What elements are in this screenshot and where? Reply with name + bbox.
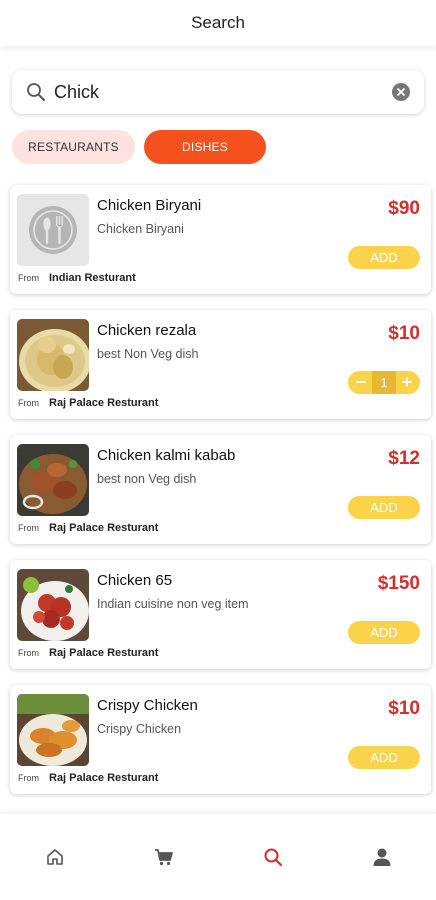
quantity-stepper: − 1 + (348, 371, 420, 394)
search-bar[interactable] (12, 70, 424, 114)
nav-cart[interactable] (134, 837, 194, 877)
plus-icon[interactable]: + (398, 373, 416, 392)
search-section (0, 46, 436, 114)
add-button[interactable]: ADD (348, 496, 420, 519)
cutlery-icon (29, 206, 77, 254)
dish-description: best non Veg dish (97, 472, 197, 486)
dish-list: Chicken Biryani Chicken Biryani $90 ADD … (0, 164, 436, 794)
dish-price: $12 (388, 448, 420, 469)
nav-profile[interactable] (352, 837, 412, 877)
search-icon (264, 848, 282, 867)
dish-price: $150 (377, 573, 420, 594)
from-label: From (18, 273, 39, 283)
dish-description: Crispy Chicken (97, 722, 182, 736)
from-label: From (18, 398, 39, 408)
from-label: From (18, 773, 39, 783)
dish-name: Chicken Biryani (97, 197, 202, 214)
list-item[interactable]: Chicken 65 Indian cuisine non veg item $… (10, 560, 431, 669)
dish-name: Chicken rezala (97, 322, 197, 339)
nav-home[interactable] (25, 837, 85, 877)
from-label: From (18, 523, 39, 533)
minus-icon[interactable]: − (352, 373, 370, 392)
add-button[interactable]: ADD (348, 746, 420, 769)
dish-image (17, 694, 89, 766)
dish-price: $10 (388, 323, 420, 344)
dish-description: Indian cuisine non veg item (97, 597, 249, 611)
add-button[interactable]: ADD (348, 246, 420, 269)
nav-search[interactable] (243, 837, 303, 877)
restaurant-name: Raj Palace Resturant (49, 647, 159, 659)
restaurant-name: Raj Palace Resturant (49, 397, 159, 409)
search-input[interactable] (54, 81, 392, 103)
cart-icon (154, 849, 173, 866)
list-item[interactable]: Chicken rezala best Non Veg dish $10 − 1… (10, 310, 431, 419)
dish-description: Chicken Biryani (97, 222, 184, 236)
restaurant-name: Raj Palace Resturant (49, 772, 159, 784)
dish-name: Crispy Chicken (97, 697, 198, 714)
dish-image (17, 569, 89, 641)
close-icon[interactable] (392, 83, 410, 101)
dish-price: $10 (388, 698, 420, 719)
dish-name: Chicken 65 (97, 572, 173, 589)
from-label: From (18, 648, 39, 658)
page-title: Search (191, 13, 245, 32)
dish-image (17, 444, 89, 516)
restaurant-name: Raj Palace Resturant (49, 522, 159, 534)
list-item[interactable]: Crispy Chicken Crispy Chicken $10 ADD Fr… (10, 685, 431, 794)
dish-description: best Non Veg dish (97, 347, 199, 361)
tab-restaurants[interactable]: RESTAURANTS (12, 130, 135, 164)
app-header: Search (0, 0, 436, 46)
list-item[interactable]: Chicken Biryani Chicken Biryani $90 ADD … (10, 185, 431, 294)
dish-image (17, 319, 89, 391)
quantity-value: 1 (372, 371, 396, 394)
home-icon (46, 849, 63, 865)
dish-name: Chicken kalmi kabab (97, 447, 236, 464)
restaurant-name: Indian Resturant (49, 272, 136, 284)
bottom-nav (0, 814, 436, 900)
dish-price: $90 (388, 198, 420, 219)
filter-tabs: RESTAURANTS DISHES (0, 114, 436, 164)
dish-image-placeholder (17, 194, 89, 266)
add-button[interactable]: ADD (348, 621, 420, 644)
list-item[interactable]: Chicken kalmi kabab best non Veg dish $1… (10, 435, 431, 544)
search-icon (26, 81, 48, 103)
tab-dishes[interactable]: DISHES (144, 130, 266, 164)
profile-icon (373, 848, 390, 866)
